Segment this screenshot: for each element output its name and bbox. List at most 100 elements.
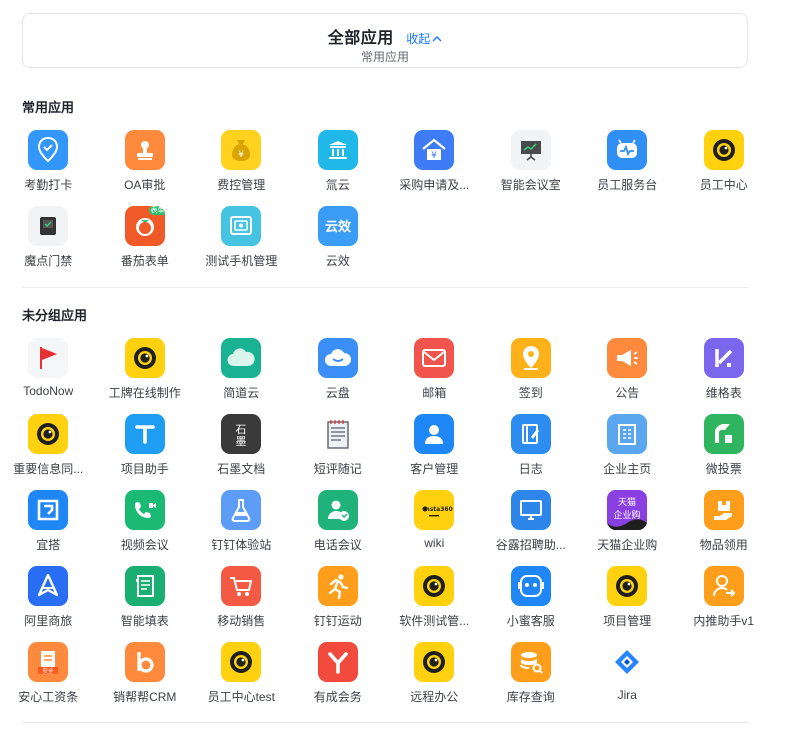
app-tile[interactable]: 视频会议 [97, 486, 194, 562]
app-tile[interactable]: 员工中心 [676, 126, 773, 202]
app-tile[interactable]: 谷露招聘助... [483, 486, 580, 562]
all-apps-page: 全部应用 收起 常用应用 常用应用 考勤打卡 OA审批 ¥ 费控管理 氚云 ¥ 采购申请及.… [0, 0, 796, 732]
app-label: 简道云 [223, 386, 260, 400]
app-tile[interactable]: 云盘 [290, 334, 387, 410]
section-title-ungrouped: 未分组应用 [22, 308, 88, 323]
megaphone-icon [607, 338, 647, 378]
app-label: 云效 [325, 254, 350, 268]
app-tile[interactable]: 软件测试管... [386, 562, 483, 638]
eye-ring-icon [221, 642, 261, 682]
eye-ring-icon [414, 566, 454, 606]
app-label: 项目管理 [603, 614, 652, 628]
app-tile[interactable]: 工牌在线制作 [97, 334, 194, 410]
app-tile[interactable]: ¥ 采购申请及... [386, 126, 483, 202]
common-apps-grid: 考勤打卡 OA审批 ¥ 费控管理 氚云 ¥ 采购申请及... 智能会议室 员工服务台 员工中心魔点… [0, 126, 772, 278]
app-tile[interactable]: 日志 [483, 410, 580, 486]
app-tile[interactable]: 短评随记 [290, 410, 387, 486]
app-tile[interactable]: 维格表 [676, 334, 773, 410]
app-tile[interactable]: 云效 云效 [290, 202, 387, 278]
app-tile[interactable]: 小蜜客服 [483, 562, 580, 638]
app-tile[interactable]: 远程办公 [386, 638, 483, 714]
app-tile[interactable]: 客户管理 [386, 410, 483, 486]
app-tile[interactable]: 钉钉运动 [290, 562, 387, 638]
person-icon [414, 414, 454, 454]
app-label: 签到 [518, 386, 543, 400]
app-tile[interactable]: 钉钉体验站 [193, 486, 290, 562]
app-label: 测试手机管理 [205, 254, 278, 268]
app-tile[interactable]: 企业主页 [579, 410, 676, 486]
app-tile[interactable]: 员工服务台 [579, 126, 676, 202]
app-tile[interactable]: 公告 [579, 334, 676, 410]
app-tile[interactable]: 签到 [483, 334, 580, 410]
app-tile[interactable]: 简道云 [193, 334, 290, 410]
app-tile[interactable]: ¥ 费控管理 [193, 126, 290, 202]
tomato-icon: 表单 [124, 206, 165, 246]
vote-icon [703, 414, 744, 454]
vika-icon [703, 338, 744, 378]
red-flag-icon [28, 338, 68, 378]
app-tile[interactable]: 宜搭 [0, 486, 97, 562]
app-tile[interactable]: 邮箱 [386, 334, 483, 410]
database-search-icon [510, 642, 551, 682]
app-label: 项目助手 [120, 462, 169, 476]
app-tile[interactable]: Insta360 wiki [386, 486, 483, 562]
app-label: 番茄表单 [120, 254, 169, 268]
cloud-icon [221, 338, 261, 378]
building-page-icon [607, 414, 647, 454]
svg-text:云效: 云效 [324, 219, 351, 235]
app-label: TodoNow [23, 384, 74, 398]
app-label: 钉钉运动 [313, 614, 362, 628]
location-check-icon [28, 130, 68, 170]
app-label: 微投票 [705, 462, 742, 476]
chevron-up-icon [432, 36, 442, 42]
app-tile[interactable]: 库存查询 [483, 638, 580, 714]
letter-b-icon [124, 642, 165, 682]
app-tile[interactable]: 项目管理 [579, 562, 676, 638]
app-tile[interactable]: 重要信息同... [0, 410, 97, 486]
app-tile[interactable]: 有成会务 [290, 638, 387, 714]
video-phone-icon [124, 490, 165, 530]
app-label: 内推助手v1 [693, 614, 755, 628]
wiki-badge-icon: Insta360 [414, 490, 454, 530]
app-tile[interactable]: 氚云 [290, 126, 387, 202]
app-tile[interactable]: 销帮帮CRM [97, 638, 194, 714]
app-tile[interactable]: 微投票 [676, 410, 773, 486]
app-tile[interactable]: 电话会议 [290, 486, 387, 562]
app-label: 智能会议室 [500, 178, 561, 192]
app-tile[interactable]: OA审批 [97, 126, 194, 202]
app-tile[interactable]: 物品领用 [676, 486, 773, 562]
app-tile[interactable]: 员工中心test [193, 638, 290, 714]
app-tile[interactable]: 表单番茄表单 [97, 202, 194, 278]
app-tile[interactable]: 魔点门禁 [0, 202, 97, 278]
app-tile[interactable]: 内推助手v1 [676, 562, 773, 638]
app-tile[interactable]: 安全 安心工资条 [0, 638, 97, 714]
person-arrow-icon [703, 566, 744, 606]
collapse-button[interactable]: 收起 [406, 32, 442, 46]
app-label: 员工中心 [699, 178, 748, 192]
app-label: 谷露招聘助... [495, 538, 566, 552]
app-tile[interactable]: Jira [579, 638, 676, 714]
eye-ring-icon [28, 414, 68, 454]
app-tile[interactable]: 智能会议室 [483, 126, 580, 202]
app-tile[interactable]: 移动销售 [193, 562, 290, 638]
yunxiao-text-icon: 云效 [317, 206, 358, 246]
assistant-icon [510, 566, 551, 606]
door-device-icon [28, 206, 68, 246]
app-tile[interactable]: 阿里商旅 [0, 562, 97, 638]
app-label: 氚云 [325, 178, 350, 192]
app-label: 客户管理 [410, 462, 459, 476]
app-tile[interactable]: 石墨石墨文档 [193, 410, 290, 486]
all-apps-header: 全部应用 收起 常用应用 [22, 13, 748, 68]
app-tile[interactable]: 项目助手 [97, 410, 194, 486]
app-tile[interactable]: 智能填表 [97, 562, 194, 638]
app-tile[interactable]: 考勤打卡 [0, 126, 97, 202]
app-tile[interactable]: 天猫 企业购 天猫企业购 [579, 486, 676, 562]
app-label: 维格表 [705, 386, 742, 400]
app-label: 短评随记 [313, 462, 362, 476]
tomato-badge: 表单 [148, 206, 165, 215]
app-tile[interactable]: 测试手机管理 [193, 202, 290, 278]
app-tile[interactable]: TodoNow [0, 334, 97, 410]
eye-ring-icon [703, 130, 744, 170]
stamp-icon [124, 130, 165, 170]
runner-icon [317, 566, 358, 606]
